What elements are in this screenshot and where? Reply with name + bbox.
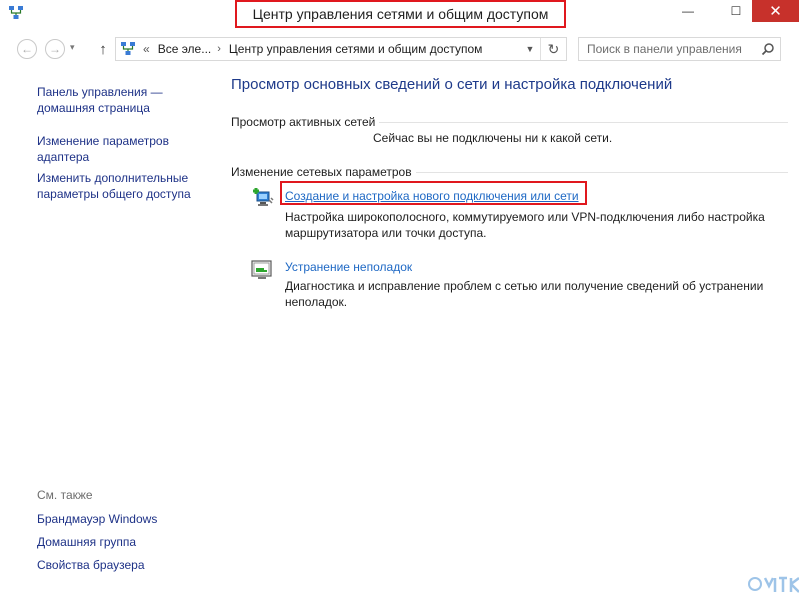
- title-bar: Центр управления сетями и общим доступом…: [0, 0, 799, 30]
- sidebar-link-browser-properties[interactable]: Свойства браузера: [37, 557, 212, 573]
- sidebar: Панель управления — домашняя страница Из…: [0, 68, 218, 599]
- arrow-left-icon: ←: [21, 42, 33, 56]
- search-icon: [761, 43, 774, 56]
- watermark-logo: [748, 576, 799, 593]
- forward-button[interactable]: →: [45, 39, 65, 59]
- breadcrumb-network-center[interactable]: Центр управления сетями и общим доступом: [229, 42, 483, 56]
- troubleshoot-link[interactable]: Устранение неполадок: [285, 260, 412, 274]
- minimize-button[interactable]: —: [673, 0, 703, 22]
- page-title: Просмотр основных сведений о сети и наст…: [231, 76, 673, 93]
- search-input[interactable]: [579, 38, 756, 60]
- overflow-chevron-icon[interactable]: «: [143, 42, 150, 56]
- connection-status: Сейчас вы не подключены ни к какой сети.: [373, 131, 613, 145]
- navigation-bar: ← → ▾ ↑ « Все эле... › Центр управления …: [0, 30, 799, 68]
- sidebar-link-sharing-settings[interactable]: Изменить дополнительные параметры общего…: [37, 170, 212, 202]
- sidebar-link-adapter-settings[interactable]: Изменение параметров адаптера: [37, 133, 212, 165]
- breadcrumb-separator-icon[interactable]: ›: [217, 43, 221, 55]
- recent-locations-button[interactable]: ▾: [70, 42, 75, 53]
- troubleshoot-description: Диагностика и исправление проблем с сеть…: [285, 279, 764, 309]
- network-center-icon: [9, 6, 23, 19]
- window-title: Центр управления сетями и общим доступом: [235, 0, 566, 28]
- arrow-up-icon: ↑: [99, 40, 107, 58]
- close-button[interactable]: ✕: [752, 0, 799, 22]
- maximize-button[interactable]: ☐: [721, 0, 751, 22]
- divider-active-networks: [378, 122, 788, 123]
- search-button[interactable]: [756, 38, 780, 60]
- new-connection-icon: [253, 188, 274, 206]
- highlight-box: [280, 181, 587, 205]
- address-dropdown-button[interactable]: ▼: [520, 38, 540, 60]
- address-box[interactable]: « Все эле... › Центр управления сетями и…: [115, 37, 567, 61]
- back-button[interactable]: ←: [17, 39, 37, 59]
- sidebar-link-home[interactable]: Панель управления — домашняя страница: [37, 84, 212, 116]
- breadcrumb-all-items[interactable]: Все эле...: [158, 42, 212, 56]
- sidebar-link-homegroup[interactable]: Домашняя группа: [37, 534, 212, 550]
- see-also-heading: См. также: [37, 488, 93, 502]
- change-settings-heading: Изменение сетевых параметров: [231, 165, 416, 179]
- refresh-button[interactable]: ↻: [540, 38, 566, 60]
- up-button[interactable]: ↑: [93, 38, 113, 60]
- arrow-right-icon: →: [49, 42, 61, 56]
- refresh-icon: ↻: [547, 40, 560, 57]
- control-panel-icon: [119, 41, 137, 57]
- new-connection-description: Настройка широкополосного, коммутируемог…: [285, 210, 765, 240]
- divider-change-settings: [413, 172, 788, 173]
- chevron-down-icon: ▼: [525, 44, 535, 54]
- troubleshoot-icon: [251, 260, 272, 279]
- active-networks-heading: Просмотр активных сетей: [231, 115, 380, 129]
- search-box: [578, 37, 781, 61]
- main-content: Просмотр основных сведений о сети и наст…: [218, 68, 799, 599]
- sidebar-link-firewall[interactable]: Брандмауэр Windows: [37, 511, 212, 527]
